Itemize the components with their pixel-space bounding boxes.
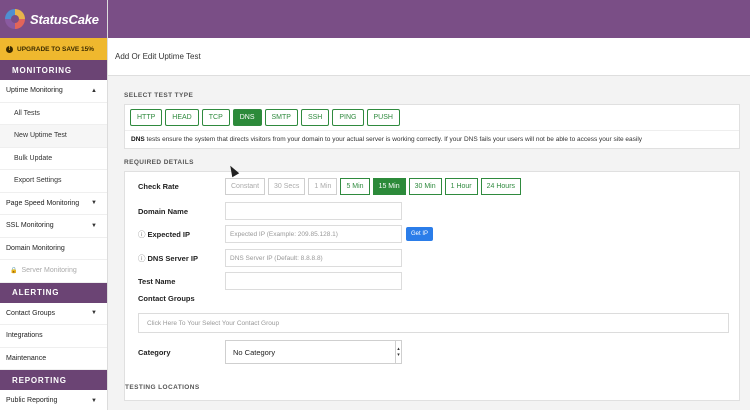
rate-constant[interactable]: Constant bbox=[225, 178, 266, 195]
rate-15-min[interactable]: 15 Min bbox=[372, 178, 406, 195]
tab-ping[interactable]: PING bbox=[332, 109, 364, 126]
test-type-tabs: HTTP HEAD TCP DNS SMTP SSH PING PUSH bbox=[125, 105, 739, 130]
dns-server-label: ⓘ DNS Server IP bbox=[138, 253, 198, 263]
rate-30-min[interactable]: 30 Min bbox=[408, 178, 442, 195]
test-type-heading: SELECT TEST TYPE bbox=[124, 92, 194, 99]
sidebar-item-page-speed[interactable]: Page Speed Monitoring ▼ bbox=[0, 193, 107, 215]
section-monitoring: MONITORING bbox=[0, 60, 107, 80]
sidebar: StatusCake ! UPGRADE TO SAVE 15% MONITOR… bbox=[0, 0, 108, 410]
sidebar-item-contact-groups[interactable]: Contact Groups ▼ bbox=[0, 303, 107, 325]
sidebar-item-all-tests[interactable]: All Tests bbox=[0, 103, 107, 125]
tab-head[interactable]: HEAD bbox=[165, 109, 199, 126]
contact-groups-row: Click Here To Your Select Your Contact G… bbox=[138, 313, 729, 333]
sidebar-item-bulk-update[interactable]: Bulk Update bbox=[0, 148, 107, 170]
check-rate-label: Check Rate bbox=[138, 182, 179, 191]
sidebar-item-public-reporting[interactable]: Public Reporting ▼ bbox=[0, 390, 107, 410]
category-select[interactable]: No Category ▴ ▾ bbox=[225, 340, 402, 364]
check-rate-row: Check Rate Constant 30 Secs 1 Min 5 Min … bbox=[125, 178, 524, 195]
contact-groups-label: Contact Groups bbox=[138, 294, 195, 303]
test-name-row: Test Name bbox=[125, 272, 402, 290]
page-title: Add Or Edit Uptime Test bbox=[108, 38, 750, 76]
sidebar-item-domain[interactable]: Domain Monitoring bbox=[0, 238, 107, 260]
sidebar-item-ssl[interactable]: SSL Monitoring ▼ bbox=[0, 215, 107, 238]
tab-push[interactable]: PUSH bbox=[366, 109, 400, 126]
alert-icon: ! bbox=[6, 45, 13, 53]
upgrade-banner[interactable]: ! UPGRADE TO SAVE 15% bbox=[0, 38, 107, 60]
category-label: Category bbox=[138, 347, 171, 357]
required-heading: REQUIRED DETAILS bbox=[124, 159, 194, 166]
test-name-label: Test Name bbox=[138, 276, 176, 286]
contact-groups-input[interactable]: Click Here To Your Select Your Contact G… bbox=[138, 313, 729, 333]
tab-tcp[interactable]: TCP bbox=[201, 109, 230, 126]
required-details-panel: Check Rate Constant 30 Secs 1 Min 5 Min … bbox=[124, 171, 740, 401]
tab-http[interactable]: HTTP bbox=[130, 109, 163, 126]
dns-server-input[interactable]: DNS Server IP (Default: 8.8.8.8) bbox=[225, 249, 402, 267]
test-type-description: DNS tests ensure the system that directs… bbox=[125, 130, 739, 148]
chevron-down-icon: ▼ bbox=[91, 222, 97, 229]
dns-server-row: ⓘ DNS Server IP DNS Server IP (Default: 8… bbox=[125, 249, 402, 267]
domain-input[interactable] bbox=[225, 202, 402, 220]
sidebar-item-integrations[interactable]: Integrations bbox=[0, 325, 107, 348]
domain-label: Domain Name bbox=[138, 206, 189, 216]
chevron-up-icon: ▲ bbox=[91, 87, 97, 94]
rate-24-hours[interactable]: 24 Hours bbox=[480, 178, 522, 195]
chevron-down-icon: ▼ bbox=[91, 200, 97, 207]
rate-1-min[interactable]: 1 Min bbox=[308, 178, 338, 195]
sidebar-item-maintenance[interactable]: Maintenance bbox=[0, 348, 107, 370]
info-icon: ⓘ bbox=[138, 253, 146, 263]
sidebar-item-export-settings[interactable]: Export Settings bbox=[0, 170, 107, 193]
select-arrows-icon: ▴ ▾ bbox=[395, 341, 401, 363]
info-icon: ⓘ bbox=[138, 229, 146, 239]
rate-30-secs[interactable]: 30 Secs bbox=[268, 178, 306, 195]
rate-5-min[interactable]: 5 Min bbox=[340, 178, 370, 195]
expected-ip-label: ⓘ Expected IP bbox=[138, 229, 191, 239]
main-content: SELECT TEST TYPE HTTP HEAD TCP DNS SMTP … bbox=[124, 92, 740, 401]
domain-row: Domain Name bbox=[125, 202, 402, 220]
statuscake-logo-icon bbox=[5, 9, 25, 29]
sidebar-item-new-uptime-test[interactable]: New Uptime Test bbox=[0, 125, 107, 148]
upgrade-label: UPGRADE TO SAVE 15% bbox=[17, 45, 95, 53]
sidebar-item-server[interactable]: 🔒 Server Monitoring bbox=[0, 260, 107, 283]
lock-icon: 🔒 bbox=[10, 268, 18, 275]
section-reporting: REPORTING bbox=[0, 370, 107, 390]
test-name-input[interactable] bbox=[225, 272, 402, 290]
test-type-panel: HTTP HEAD TCP DNS SMTP SSH PING PUSH DNS… bbox=[124, 104, 740, 149]
rate-1-hour[interactable]: 1 Hour bbox=[444, 178, 478, 195]
chevron-down-icon: ▼ bbox=[91, 310, 97, 317]
tab-ssh[interactable]: SSH bbox=[300, 109, 330, 126]
sidebar-item-uptime-monitoring[interactable]: Uptime Monitoring ▲ bbox=[0, 80, 107, 103]
chevron-down-icon: ▼ bbox=[91, 397, 97, 404]
top-bar bbox=[108, 0, 750, 38]
logo[interactable]: StatusCake bbox=[0, 0, 107, 38]
testing-locations-heading: TESTING LOCATIONS bbox=[125, 384, 200, 391]
expected-ip-input[interactable]: Expected IP (Example: 209.85.128.1) bbox=[225, 225, 402, 243]
contact-groups-label-row: Contact Groups bbox=[125, 294, 225, 303]
get-ip-button[interactable]: Get IP bbox=[406, 227, 434, 241]
brand-name: StatusCake bbox=[30, 11, 99, 27]
category-row: Category No Category ▴ ▾ bbox=[125, 340, 402, 364]
tab-smtp[interactable]: SMTP bbox=[264, 109, 298, 126]
tab-dns[interactable]: DNS bbox=[232, 109, 262, 126]
section-alerting: ALERTING bbox=[0, 282, 107, 303]
expected-ip-row: ⓘ Expected IP Expected IP (Example: 209.8… bbox=[125, 225, 434, 243]
